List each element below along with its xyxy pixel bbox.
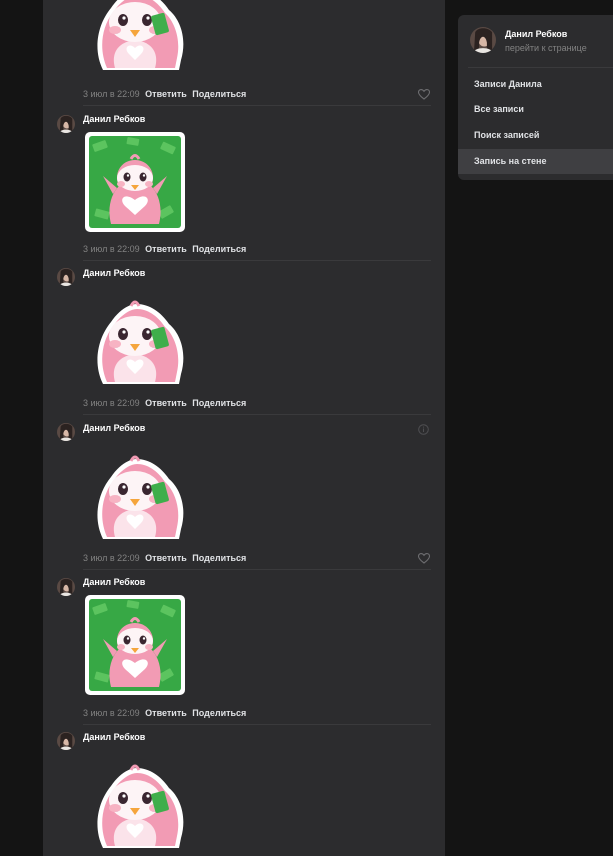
- go-to-page-link[interactable]: перейти к странице: [505, 43, 587, 53]
- comment-meta: 3 июл в 22:09 Ответить Поделиться: [83, 244, 246, 254]
- penguin-money-sticker-icon[interactable]: [83, 593, 187, 697]
- sidebar-item-search-posts[interactable]: Поиск записей: [458, 123, 613, 148]
- info-icon[interactable]: [418, 424, 429, 435]
- comment-time[interactable]: 3 июл в 22:09: [83, 553, 140, 563]
- sidebar-item-danil-posts[interactable]: Записи Данила: [458, 72, 613, 97]
- divider: [468, 67, 613, 68]
- comment-meta: 3 июл в 22:09 Ответить Поделиться: [83, 89, 246, 99]
- comment-time[interactable]: 3 июл в 22:09: [83, 244, 140, 254]
- reply-button[interactable]: Ответить: [145, 89, 187, 99]
- sidebar-item-wall-post[interactable]: Запись на стене: [458, 149, 613, 174]
- author-name[interactable]: Данил Ребков: [83, 114, 145, 124]
- share-button[interactable]: Поделиться: [192, 244, 246, 254]
- reply-button[interactable]: Ответить: [145, 244, 187, 254]
- share-button[interactable]: Поделиться: [192, 708, 246, 718]
- reply-button[interactable]: Ответить: [145, 553, 187, 563]
- author-name[interactable]: Данил Ребков: [83, 423, 145, 433]
- penguin-sticker-icon[interactable]: [83, 0, 187, 74]
- sidebar-item-all-posts[interactable]: Все записи: [458, 97, 613, 122]
- divider: [83, 105, 431, 106]
- penguin-sticker-icon[interactable]: [83, 748, 187, 852]
- sidebar-menu: Данил Ребков перейти к странице Записи Д…: [458, 15, 613, 180]
- penguin-sticker-icon[interactable]: [83, 439, 187, 543]
- profile-name[interactable]: Данил Ребков: [505, 29, 567, 39]
- profile-avatar[interactable]: [470, 27, 496, 53]
- author-avatar[interactable]: [57, 268, 75, 286]
- author-avatar[interactable]: [57, 115, 75, 133]
- like-heart-icon[interactable]: [418, 553, 430, 564]
- share-button[interactable]: Поделиться: [192, 553, 246, 563]
- share-button[interactable]: Поделиться: [192, 89, 246, 99]
- reply-button[interactable]: Ответить: [145, 708, 187, 718]
- author-name[interactable]: Данил Ребков: [83, 577, 145, 587]
- comment-time[interactable]: 3 июл в 22:09: [83, 89, 140, 99]
- penguin-money-sticker-icon[interactable]: [83, 130, 187, 234]
- like-heart-icon[interactable]: [418, 89, 430, 100]
- comment-meta: 3 июл в 22:09 Ответить Поделиться: [83, 708, 246, 718]
- comment-meta: 3 июл в 22:09 Ответить Поделиться: [83, 553, 246, 563]
- divider: [83, 414, 431, 415]
- comments-feed: 3 июл в 22:09 Ответить Поделиться Данил …: [43, 0, 445, 856]
- author-avatar[interactable]: [57, 732, 75, 750]
- divider: [83, 724, 431, 725]
- author-name[interactable]: Данил Ребков: [83, 732, 145, 742]
- comment-time[interactable]: 3 июл в 22:09: [83, 708, 140, 718]
- author-name[interactable]: Данил Ребков: [83, 268, 145, 278]
- share-button[interactable]: Поделиться: [192, 398, 246, 408]
- author-avatar[interactable]: [57, 423, 75, 441]
- reply-button[interactable]: Ответить: [145, 398, 187, 408]
- divider: [83, 260, 431, 261]
- comment-time[interactable]: 3 июл в 22:09: [83, 398, 140, 408]
- penguin-sticker-icon[interactable]: [83, 284, 187, 388]
- divider: [83, 569, 431, 570]
- author-avatar[interactable]: [57, 578, 75, 596]
- profile-link-block[interactable]: Данил Ребков перейти к странице: [458, 15, 613, 67]
- comment-meta: 3 июл в 22:09 Ответить Поделиться: [83, 398, 246, 408]
